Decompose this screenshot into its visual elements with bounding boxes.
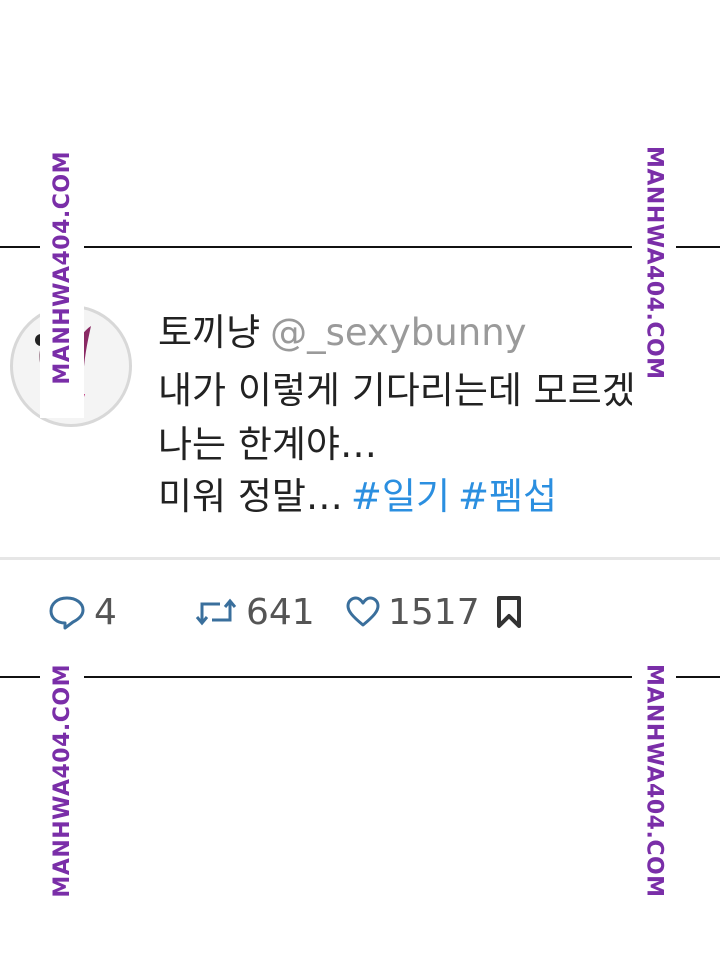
retweet-icon xyxy=(195,598,237,626)
hashtag-link[interactable]: #일기 xyxy=(351,475,450,518)
watermark: MANHWA404.COM xyxy=(632,636,676,926)
reply-count: 4 xyxy=(94,591,117,633)
watermark: MANHWA404.COM xyxy=(40,118,84,418)
watermark: MANHWA404.COM xyxy=(40,636,84,926)
watermark-text: MANHWA404.COM xyxy=(641,146,667,380)
tweet-text-line-2: 나는 한계야… xyxy=(158,423,377,466)
heart-icon xyxy=(346,596,380,627)
retweet-count: 641 xyxy=(246,591,315,633)
bookmark-icon xyxy=(497,596,521,628)
watermark-text: MANHWA404.COM xyxy=(49,664,75,898)
reply-icon xyxy=(49,596,85,630)
tweet-separator xyxy=(0,557,720,560)
hashtag-link[interactable]: #펨섭 xyxy=(458,475,557,518)
display-name[interactable]: 토끼냥 xyxy=(158,311,260,354)
watermark: MANHWA404.COM xyxy=(632,118,676,408)
reply-button[interactable]: 4 xyxy=(48,590,117,634)
tweet-text-line-3: 미워 정말… xyxy=(158,475,343,518)
watermark-text: MANHWA404.COM xyxy=(641,664,667,898)
watermark-text: MANHWA404.COM xyxy=(49,151,75,385)
like-button[interactable]: 1517 xyxy=(346,590,480,634)
bookmark-button[interactable] xyxy=(494,590,532,634)
like-count: 1517 xyxy=(388,591,480,633)
top-divider xyxy=(0,246,720,248)
retweet-button[interactable]: 641 xyxy=(194,590,315,634)
user-handle[interactable]: @_sexybunny xyxy=(270,311,526,354)
tweet-text-line-1: 내가 이렇게 기다리는데 모르겠니 xyxy=(158,369,670,412)
tweet-header: 토끼냥 @_sexybunny xyxy=(158,302,527,356)
tweet-text-line-3-container: 미워 정말… #일기 #펨섭 xyxy=(158,466,557,520)
bottom-divider xyxy=(0,676,720,678)
